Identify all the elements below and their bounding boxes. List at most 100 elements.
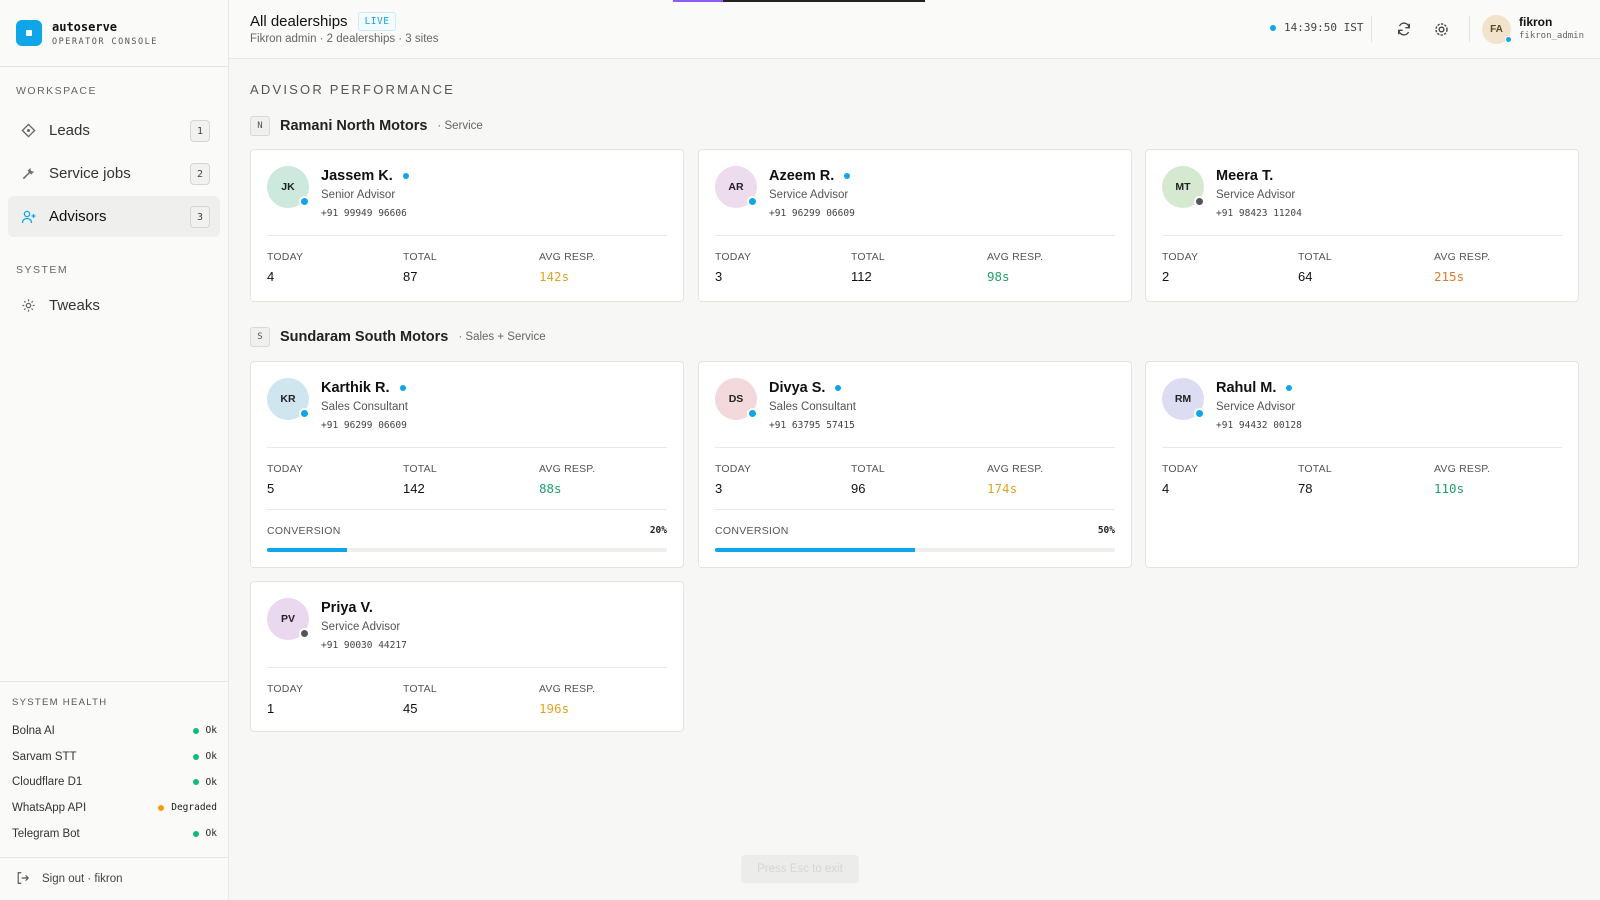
- diamond-icon: [20, 122, 37, 139]
- system-health-title: SYSTEM HEALTH: [12, 697, 108, 708]
- advisor-card[interactable]: PV Priya V. Service Advisor +91 90030 44217…: [250, 581, 684, 732]
- dealership-header: N Ramani North Motors · Service: [250, 116, 483, 136]
- advisor-phone[interactable]: +91 98423 11204: [1216, 208, 1302, 219]
- gear-icon: [20, 297, 37, 314]
- advisor-role: Service Advisor: [1216, 401, 1296, 413]
- stat-label: TODAY: [267, 251, 304, 263]
- advisor-card[interactable]: JK Jassem K. Senior Advisor +91 99949 96606…: [250, 149, 684, 302]
- advisor-card[interactable]: MT Meera T. Service Advisor +91 98423 11204…: [1145, 149, 1579, 302]
- logout-icon: [16, 871, 30, 888]
- status-dot-icon: [192, 779, 199, 786]
- advisor-role: Service Advisor: [769, 189, 849, 201]
- advisor-name: Divya S.: [769, 380, 826, 396]
- settings-button[interactable]: [1430, 18, 1452, 40]
- advisor-name: Karthik R.: [321, 380, 390, 396]
- sidebar-item-leads[interactable]: Leads 1: [8, 110, 220, 151]
- stat-avg: AVG RESP. 215s: [1434, 251, 1490, 284]
- status-dot-icon: [192, 830, 199, 837]
- count-badge: 3: [190, 206, 210, 228]
- sidebar-item-advisors[interactable]: Advisors 3: [8, 196, 220, 237]
- avatar-initials: DS: [728, 393, 744, 405]
- advisor-card[interactable]: DS Divya S. Sales Consultant +91 63795 5741…: [698, 361, 1132, 568]
- avatar: JK: [267, 166, 310, 208]
- service-name: Bolna AI: [12, 724, 55, 737]
- presence-dot-icon: [747, 408, 758, 419]
- stat-label: TODAY: [267, 463, 304, 475]
- advisor-phone[interactable]: +91 90030 44217: [321, 640, 407, 651]
- sidebar-item-label: Service jobs: [49, 165, 131, 182]
- status-dot-icon: [192, 727, 199, 734]
- stat-value: 196s: [539, 701, 570, 716]
- avatar: RM: [1162, 378, 1205, 420]
- stat-value: 142s: [539, 269, 570, 284]
- advisor-role: Sales Consultant: [769, 401, 856, 413]
- stat-value: 112: [851, 269, 872, 284]
- online-dot-icon: [1286, 385, 1293, 391]
- divider: [267, 509, 667, 510]
- advisor-card[interactable]: AR Azeem R. Service Advisor +91 96299 06609…: [698, 149, 1132, 302]
- service-name: WhatsApp API: [12, 801, 87, 814]
- stat-label: TOTAL: [851, 463, 885, 475]
- advisor-phone[interactable]: +91 96299 06609: [321, 420, 407, 431]
- stat-total: TOTAL 78: [1298, 463, 1332, 496]
- service-status: Ok: [205, 776, 217, 788]
- divider: [715, 509, 1115, 510]
- advisor-phone[interactable]: +91 96299 06609: [769, 208, 855, 219]
- stat-value: 3: [715, 269, 723, 284]
- stat-label: TODAY: [1162, 251, 1199, 263]
- advisor-name: Rahul M.: [1216, 380, 1277, 396]
- conversion-bar-fill: [267, 548, 347, 552]
- stat-label: TOTAL: [1298, 463, 1332, 475]
- advisor-phone[interactable]: +91 63795 57415: [769, 420, 855, 431]
- status-dot-icon: [158, 804, 165, 811]
- stat-value: 4: [1162, 481, 1170, 496]
- sidebar-item-service-jobs[interactable]: Service jobs 2: [8, 153, 220, 194]
- health-row-cloudflare: Cloudflare D1 Ok: [12, 769, 217, 795]
- refresh-button[interactable]: [1393, 18, 1415, 40]
- user-plus-icon: [20, 208, 37, 225]
- count-badge: 2: [190, 163, 210, 185]
- service-name: Cloudflare D1: [12, 776, 83, 789]
- advisor-card[interactable]: RM Rahul M. Service Advisor +91 94432 00128…: [1145, 361, 1579, 568]
- service-status: Ok: [205, 725, 217, 737]
- gear-icon: [1434, 22, 1448, 36]
- section-heading: ADVISOR PERFORMANCE: [250, 82, 456, 97]
- conversion-label: CONVERSION: [267, 525, 341, 537]
- advisor-name: Priya V.: [321, 600, 373, 616]
- health-row-sarvam: Sarvam STT Ok: [12, 744, 217, 770]
- online-dot-icon: [399, 385, 406, 391]
- avatar-initials: PV: [280, 613, 295, 625]
- advisor-phone[interactable]: +91 94432 00128: [1216, 420, 1302, 431]
- stat-label: TODAY: [267, 683, 304, 695]
- clock-time: 14:39:50 IST: [1284, 21, 1364, 34]
- stat-value: 2: [1162, 269, 1170, 284]
- stat-total: TOTAL 64: [1298, 251, 1332, 284]
- divider: [1162, 235, 1562, 236]
- stat-value: 174s: [987, 481, 1018, 496]
- advisor-phone[interactable]: +91 99949 96606: [321, 208, 407, 219]
- stat-value: 64: [1298, 269, 1313, 284]
- sidebar-item-tweaks[interactable]: Tweaks: [8, 285, 220, 326]
- advisor-card[interactable]: KR Karthik R. Sales Consultant +91 96299 06…: [250, 361, 684, 568]
- health-row-telegram: Telegram Bot Ok: [12, 821, 217, 847]
- dealership-header: S Sundaram South Motors · Sales + Servic…: [250, 327, 546, 347]
- presence-dot-icon: [747, 196, 758, 207]
- conversion-percent: 20%: [649, 525, 667, 536]
- divider: [267, 667, 667, 668]
- service-name: Sarvam STT: [12, 750, 77, 763]
- stat-label: AVG RESP.: [539, 683, 596, 695]
- system-health-panel: SYSTEM HEALTH Bolna AI Ok Sarvam STT Ok …: [0, 681, 229, 846]
- dealership-kind: · Sales + Service: [458, 331, 546, 343]
- health-row-bolna: Bolna AI Ok: [12, 718, 217, 744]
- system-section-label: SYSTEM: [16, 264, 69, 276]
- brand[interactable]: autoserve OPERATOR CONSOLE: [0, 0, 228, 67]
- service-status: Ok: [205, 751, 217, 763]
- stat-value: 1: [267, 701, 275, 716]
- status-dot-icon: [192, 753, 199, 760]
- sign-out-button[interactable]: Sign out · fikron: [0, 857, 229, 900]
- service-status: Ok: [205, 828, 217, 840]
- stat-label: AVG RESP.: [1434, 463, 1491, 475]
- user-avatar[interactable]: FA: [1482, 15, 1512, 44]
- divider: [1162, 447, 1562, 448]
- user-name[interactable]: fikron: [1519, 15, 1552, 29]
